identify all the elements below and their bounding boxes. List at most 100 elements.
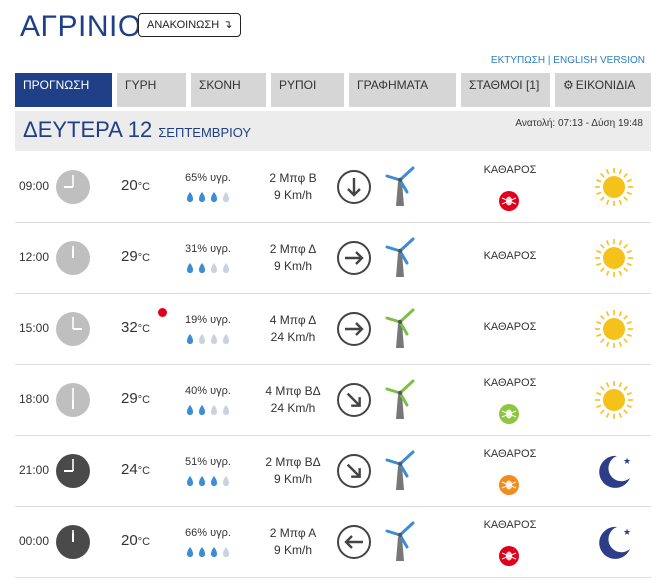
dust-level-icon (498, 403, 520, 425)
humidity-drops-icon (185, 190, 241, 208)
gear-icon: ⚙ (563, 78, 574, 92)
dust-level-icon (498, 190, 520, 212)
forecast-time: 09:00 (19, 179, 50, 193)
english-version-link[interactable]: ENGLISH VERSION (553, 55, 645, 66)
clock-icon (55, 524, 91, 560)
wind-turbine-icon (383, 448, 419, 492)
wind-direction-arrow-icon (336, 453, 372, 489)
forecast-time: 18:00 (19, 392, 50, 406)
temperature-unit: °C (137, 536, 151, 548)
sunrise-sunset: Ανατολή: 07:13 - Δύση 19:48 (515, 118, 643, 129)
clock-icon (55, 311, 91, 347)
tab-forecast[interactable]: ΠΡΟΓΝΩΣΗ (15, 73, 112, 107)
tab-charts[interactable]: ΓΡΑΦΗΜΑΤΑ (349, 73, 456, 107)
arrow-down-right-icon: ↴ (223, 19, 233, 31)
wind-turbine-icon (383, 306, 419, 350)
tab-label: ΣΤΑΘΜΟΙ [1] (469, 78, 540, 92)
tab-pollutants[interactable]: ΡΥΠΟΙ (271, 73, 344, 107)
wind-direction-arrow-icon (336, 524, 372, 560)
wind-turbine-icon (383, 519, 419, 563)
wind-speed: 9 Km/h (273, 259, 312, 273)
forecast-time: 12:00 (19, 250, 50, 264)
humidity: 40% υγρ. (185, 385, 231, 397)
tab-stations[interactable]: ΣΤΑΘΜΟΙ [1] (461, 73, 550, 107)
wind-info: 4 Μπφ ΒΔ 24 Km/h (253, 383, 333, 417)
day-header: ΔΕΥΤΕΡΑ 12 ΣΕΠΤΕΜΒΡΙΟΥ Ανατολή: 07:13 - Δ… (15, 111, 651, 151)
wind-beaufort: 2 Μπφ Α (269, 526, 317, 540)
dust-level-icon (498, 545, 520, 567)
temperature: 29°C (121, 390, 150, 407)
wind-speed: 9 Km/h (273, 543, 312, 557)
temperature-value: 20 (121, 177, 138, 194)
wind-beaufort: 2 Μπφ Β (269, 171, 317, 185)
dust-status: ΚΑΘΑΡΟΣ (483, 250, 537, 262)
tab-dust[interactable]: ΣΚΟΝΗ (191, 73, 266, 107)
top-links: ΕΚΤΥΠΩΣΗ | ENGLISH VERSION (491, 55, 645, 66)
tab-icons[interactable]: ⚙ ΕΙΚΟΝΙΔΙΑ (555, 73, 651, 107)
wind-info: 4 Μπφ Δ 24 Km/h (253, 312, 333, 346)
tab-label: ΠΡΟΓΝΩΣΗ (23, 78, 90, 92)
temperature-unit: °C (137, 181, 151, 193)
forecast-row: 12:00 29°C 31% υγρ. 2 Μπφ Δ 9 Km/h ΚΑΘΑΡΟΣ (15, 223, 651, 294)
forecast-time: 21:00 (19, 463, 50, 477)
tab-label: ΓΥΡΗ (125, 78, 157, 92)
page-header: ΑΓΡΙΝΙΟ ΑΝΑΚΟΙΝΩΣΗ ↴ ΕΚΤΥΠΩΣΗ | ENGLISH V… (0, 0, 659, 72)
temperature: 24°C (121, 461, 150, 478)
wind-direction-arrow-icon (336, 311, 372, 347)
humidity-drops-icon (185, 261, 241, 279)
wind-speed: 24 Km/h (270, 401, 316, 415)
moon-icon: ★ (593, 521, 635, 563)
wind-beaufort: 4 Μπφ Δ (269, 313, 317, 327)
forecast-row: 21:00 24°C 51% υγρ. 2 Μπφ ΒΔ 9 Km/h ΚΑΘΑΡΟΣ ★ (15, 436, 651, 507)
announcement-button[interactable]: ΑΝΑΚΟΙΝΩΣΗ ↴ (138, 13, 242, 37)
forecast-row: 00:00 20°C 66% υγρ. 2 Μπφ Α 9 Km/h ΚΑΘΑΡΟΣ ★ (15, 507, 651, 578)
wind-speed: 9 Km/h (273, 188, 312, 202)
forecast-time: 15:00 (19, 321, 50, 335)
wind-speed: 24 Km/h (270, 330, 316, 344)
svg-text:★: ★ (623, 457, 631, 467)
tab-pollen[interactable]: ΓΥΡΗ (117, 73, 186, 107)
humidity-drops-icon (185, 545, 241, 563)
temperature-unit: °C (137, 465, 151, 477)
wind-info: 2 Μπφ ΒΔ 9 Km/h (253, 454, 333, 488)
dust-status: ΚΑΘΑΡΟΣ (483, 519, 537, 531)
clock-icon (55, 169, 91, 205)
humidity: 66% υγρ. (185, 527, 231, 539)
forecast-row: 15:00 32°C 19% υγρ. 4 Μπφ Δ 24 Km/h ΚΑΘΑΡΟΣ (15, 294, 651, 365)
temperature-value: 29 (121, 248, 138, 265)
wind-info: 2 Μπφ Δ 9 Km/h (253, 241, 333, 275)
day-month: ΣΕΠΤΕΜΒΡΙΟΥ (158, 125, 252, 140)
dust-level-icon (498, 474, 520, 496)
wind-info: 2 Μπφ Α 9 Km/h (253, 525, 333, 559)
forecast-table: 09:00 20°C 65% υγρ. 2 Μπφ Β9 Km/h ΚΑΘΑΡΟΣ 12:… (15, 152, 651, 578)
wind-beaufort: 2 Μπφ ΒΔ (265, 455, 321, 469)
heat-alert-icon (158, 308, 167, 317)
clock-icon (55, 453, 91, 489)
forecast-row: 09:00 20°C 65% υγρ. 2 Μπφ Β 9 Km/h ΚΑΘΑΡΟΣ (15, 152, 651, 223)
sun-icon (593, 166, 635, 208)
humidity: 65% υγρ. (185, 172, 231, 184)
forecast-time: 00:00 (19, 534, 50, 548)
svg-text:★: ★ (623, 528, 631, 538)
humidity-drops-icon (185, 332, 241, 350)
sun-icon (593, 379, 635, 421)
temperature-unit: °C (137, 323, 151, 335)
humidity-drops-icon (185, 474, 241, 492)
wind-direction-arrow-icon (336, 169, 372, 205)
humidity: 19% υγρ. (185, 314, 231, 326)
temperature: 29°C (121, 248, 150, 265)
wind-direction-arrow-icon (336, 240, 372, 276)
announcement-label: ΑΝΑΚΟΙΝΩΣΗ (147, 19, 220, 31)
moon-icon: ★ (593, 450, 635, 492)
dust-status: ΚΑΘΑΡΟΣ (483, 321, 537, 333)
wind-info: 2 Μπφ Β 9 Km/h (253, 170, 333, 204)
temperature: 20°C (121, 532, 150, 549)
print-link[interactable]: ΕΚΤΥΠΩΣΗ (491, 55, 545, 66)
temperature-unit: °C (137, 252, 151, 264)
wind-turbine-icon (383, 377, 419, 421)
clock-icon (55, 240, 91, 276)
temperature-value: 20 (121, 532, 138, 549)
clock-icon (55, 382, 91, 418)
tab-label: ΡΥΠΟΙ (279, 78, 317, 92)
city-title: ΑΓΡΙΝΙΟ (20, 10, 142, 43)
